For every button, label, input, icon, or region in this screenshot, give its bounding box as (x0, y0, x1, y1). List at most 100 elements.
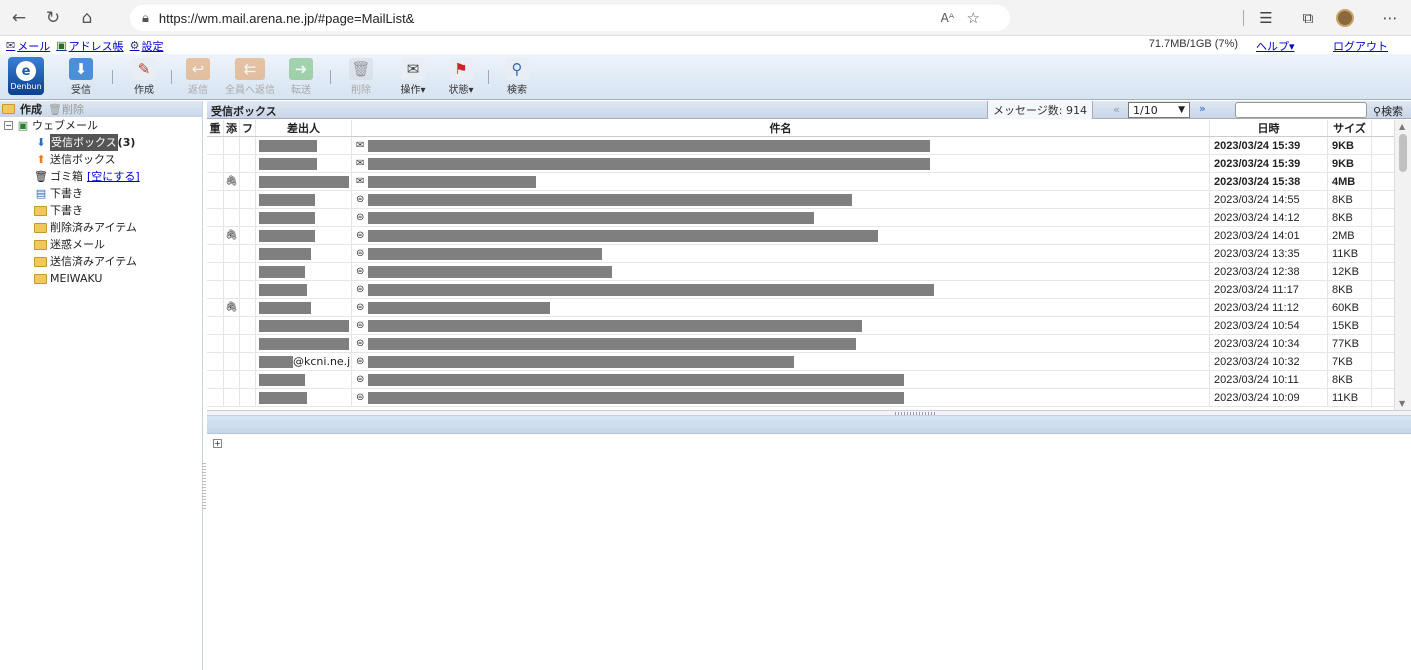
search-input[interactable] (1235, 102, 1367, 118)
back-icon[interactable]: ← (4, 4, 34, 32)
flag-cell[interactable] (240, 353, 256, 370)
col-attachment[interactable]: 添 (224, 120, 240, 136)
subject-cell[interactable]: ⊜ (352, 353, 1210, 370)
sender-cell[interactable]: @kcni.ne.j (256, 353, 352, 370)
reply-button[interactable]: ↩ 返信 (180, 58, 216, 96)
sender-cell[interactable] (256, 155, 352, 172)
delete-button[interactable]: 🗑︎ 削除 (343, 58, 379, 96)
folder-junk-label[interactable]: 迷惑メール (50, 236, 105, 253)
folder-drafts-label[interactable]: 下書き (50, 185, 83, 202)
collapse-icon[interactable]: − (4, 121, 13, 130)
sender-cell[interactable] (256, 299, 352, 316)
sender-cell[interactable] (256, 263, 352, 280)
menu-mail[interactable]: ✉ メール (6, 38, 50, 54)
subject-cell[interactable]: ⊜ (352, 191, 1210, 208)
menu-settings-label[interactable]: 設定 (142, 38, 164, 54)
col-importance[interactable]: 重 (207, 120, 224, 136)
flag-cell[interactable] (240, 227, 256, 244)
subject-cell[interactable]: ⊜ (352, 335, 1210, 352)
subject-cell[interactable]: ✉ (352, 155, 1210, 172)
sender-cell[interactable] (256, 137, 352, 154)
scroll-thumb[interactable] (1399, 134, 1407, 172)
folder-deleted-items-label[interactable]: 削除済みアイテム (50, 219, 137, 236)
folder-sent-items[interactable]: 送信済みアイテム (0, 253, 202, 270)
search-submit-label[interactable]: 検索 (1381, 105, 1403, 118)
status-menu-button[interactable]: ⚑ 状態▾ (441, 58, 481, 96)
favorite-star-icon[interactable]: ☆ (967, 9, 980, 27)
subject-cell[interactable]: ⊜ (352, 263, 1210, 280)
favorites-icon[interactable]: ☰ (1252, 4, 1280, 32)
collections-icon[interactable]: ⧉ (1294, 4, 1322, 32)
next-page-icon[interactable]: » (1199, 102, 1206, 115)
search-button[interactable]: ⚲ 検索 (499, 58, 535, 96)
reply-all-button[interactable]: ⇇ 全員へ返信 (222, 58, 278, 96)
scroll-down-icon[interactable]: ▼ (1399, 399, 1405, 408)
table-row[interactable]: ⊜ 2023/03/24 10:54 15KB (207, 317, 1411, 335)
profile-avatar[interactable] (1336, 9, 1354, 27)
address-bar[interactable]: 🔒︎ https://wm.mail.arena.ne.jp/#page=Mai… (130, 5, 1010, 31)
flag-cell[interactable] (240, 335, 256, 352)
scroll-up-icon[interactable]: ▲ (1399, 122, 1405, 131)
table-row[interactable]: ⊜ 2023/03/24 10:09 11KB (207, 389, 1411, 407)
folder-meiwaku-label[interactable]: MEIWAKU (50, 270, 102, 287)
col-size[interactable]: サイズ (1328, 120, 1372, 136)
forward-button[interactable]: ➜ 転送 (283, 58, 319, 96)
table-row[interactable]: ⊜ 2023/03/24 10:11 8KB (207, 371, 1411, 389)
flag-cell[interactable] (240, 155, 256, 172)
flag-cell[interactable] (240, 245, 256, 262)
receive-button[interactable]: ⬇ 受信 (63, 58, 99, 96)
col-sender[interactable]: 差出人 (256, 120, 352, 136)
folder-meiwaku[interactable]: MEIWAKU (0, 270, 202, 287)
sender-cell[interactable] (256, 389, 352, 406)
read-aloud-icon[interactable]: Aᴬ (941, 11, 954, 25)
url-text[interactable]: https://wm.mail.arena.ne.jp/#page=MailLi… (159, 11, 414, 26)
subject-cell[interactable]: ✉ (352, 137, 1210, 154)
flag-cell[interactable] (240, 263, 256, 280)
menu-addressbook[interactable]: ▣ アドレス帳 (56, 38, 123, 54)
help-menu[interactable]: ヘルプ▾ (1256, 38, 1295, 54)
flag-cell[interactable] (240, 137, 256, 154)
delete-folder-label[interactable]: 削除 (62, 103, 84, 116)
col-date[interactable]: 日時 (1210, 120, 1328, 136)
expand-icon[interactable]: + (213, 439, 222, 448)
sender-cell[interactable] (256, 317, 352, 334)
flag-cell[interactable] (240, 371, 256, 388)
list-scrollbar[interactable]: ▲ ▼ (1394, 120, 1411, 410)
subject-cell[interactable]: ⊜ (352, 371, 1210, 388)
subject-cell[interactable]: ⊜ (352, 299, 1210, 316)
subject-cell[interactable]: ⊜ (352, 281, 1210, 298)
table-row[interactable]: 🖇 ⊜ 2023/03/24 11:12 60KB (207, 299, 1411, 317)
menu-mail-label[interactable]: メール (17, 38, 50, 54)
table-row[interactable]: ⊜ 2023/03/24 12:38 12KB (207, 263, 1411, 281)
folder-outbox-label[interactable]: 送信ボックス (50, 151, 116, 168)
folder-trash-label[interactable]: ゴミ箱 (50, 168, 83, 185)
sender-cell[interactable] (256, 245, 352, 262)
folder-drafts[interactable]: ▤ 下書き (0, 185, 202, 202)
folder-deleted-items[interactable]: 削除済みアイテム (0, 219, 202, 236)
flag-cell[interactable] (240, 317, 256, 334)
subject-cell[interactable]: ⊜ (352, 245, 1210, 262)
flag-cell[interactable] (240, 191, 256, 208)
subject-cell[interactable]: ⊜ (352, 209, 1210, 226)
table-row[interactable]: @kcni.ne.j ⊜ 2023/03/24 10:32 7KB (207, 353, 1411, 371)
page-select-value[interactable]: 1/10 (1133, 104, 1158, 117)
folder-inbox[interactable]: ⬇ 受信ボックス (3) (0, 134, 202, 151)
folder-junk[interactable]: 迷惑メール (0, 236, 202, 253)
flag-cell[interactable] (240, 299, 256, 316)
table-row[interactable]: ✉ 2023/03/24 15:39 9KB (207, 155, 1411, 173)
table-row[interactable]: ⊜ 2023/03/24 14:55 8KB (207, 191, 1411, 209)
menu-addressbook-label[interactable]: アドレス帳 (69, 38, 124, 54)
menu-settings[interactable]: ⚙ 設定 (130, 38, 164, 54)
sender-cell[interactable] (256, 191, 352, 208)
table-row[interactable]: ⊜ 2023/03/24 13:35 11KB (207, 245, 1411, 263)
create-folder-button[interactable]: 作成 (2, 101, 42, 117)
subject-cell[interactable]: ⊜ (352, 227, 1210, 244)
flag-cell[interactable] (240, 173, 256, 190)
logout-link[interactable]: ログアウト (1333, 38, 1388, 54)
sender-cell[interactable] (256, 209, 352, 226)
folder-trash[interactable]: 🗑︎ ゴミ箱 [空にする] (0, 168, 202, 185)
folder-drafts-2[interactable]: 下書き (0, 202, 202, 219)
sender-cell[interactable] (256, 281, 352, 298)
splitter-grip[interactable] (895, 412, 935, 415)
refresh-icon[interactable]: ↻ (38, 4, 68, 32)
